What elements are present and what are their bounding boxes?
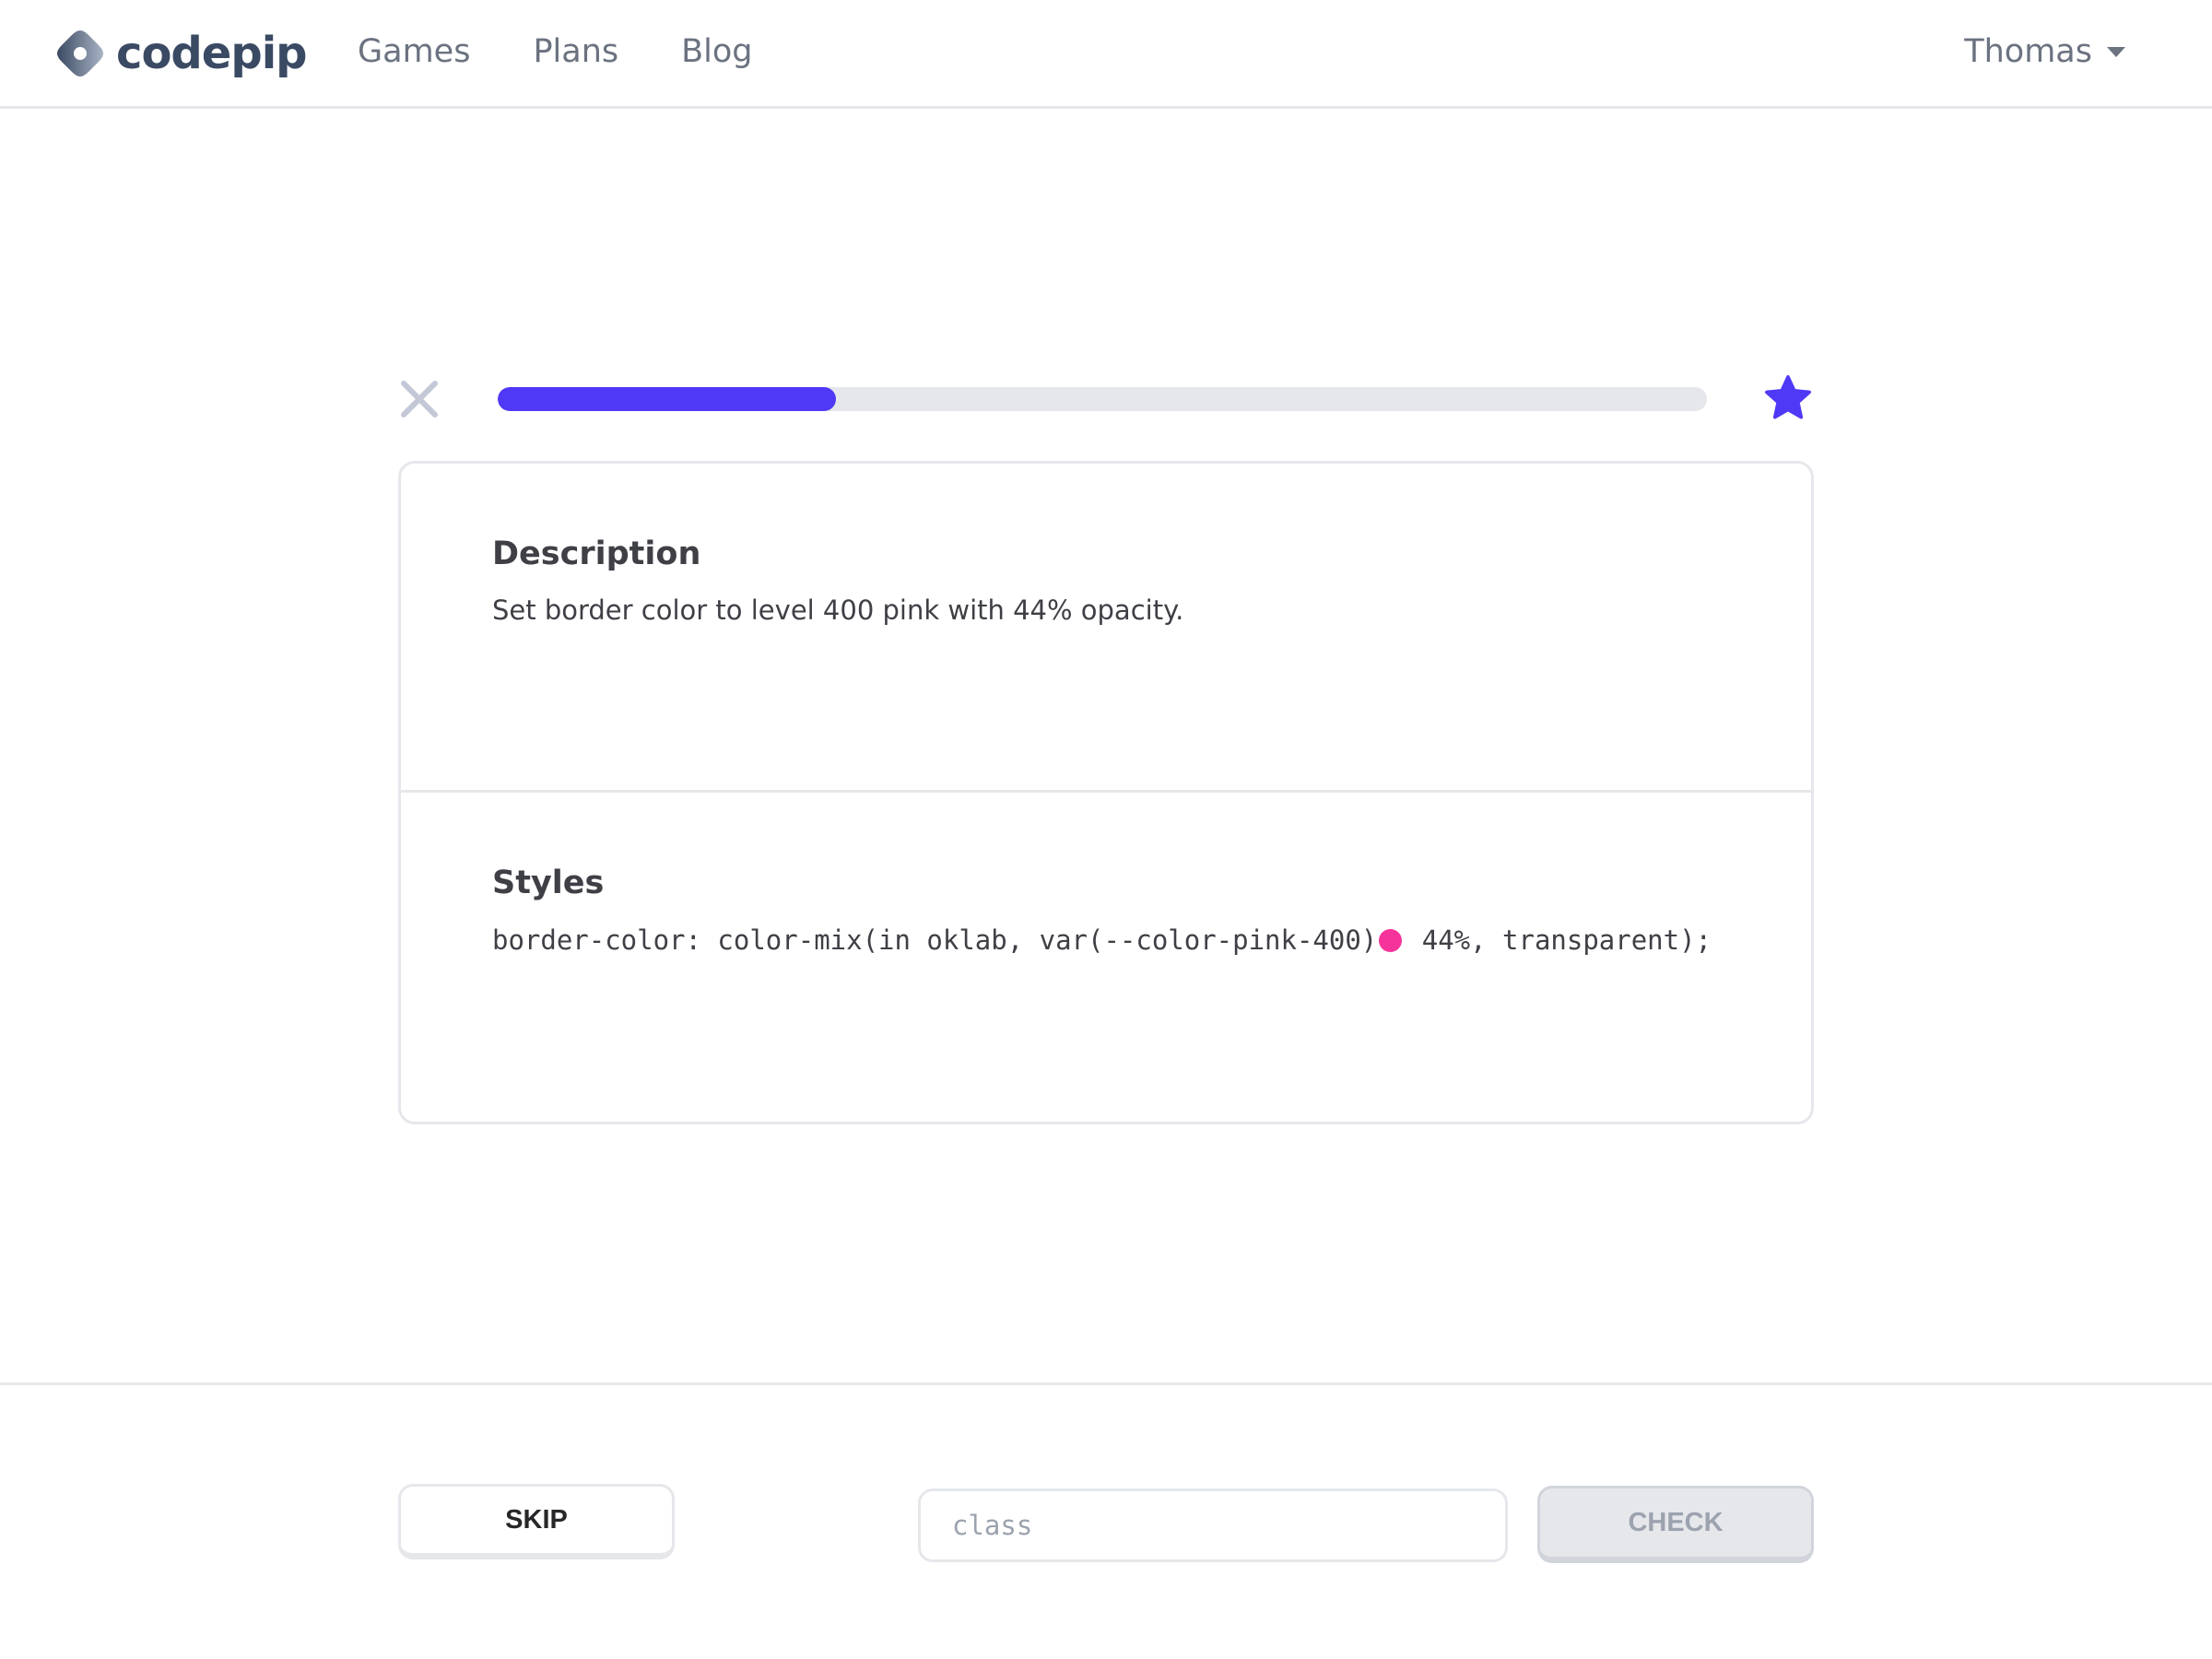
logo-link[interactable]: codepip bbox=[55, 28, 308, 79]
brand-name: codepip bbox=[116, 28, 308, 79]
nav-item-games[interactable]: Games bbox=[358, 33, 470, 70]
nav-item-blog[interactable]: Blog bbox=[681, 33, 752, 70]
styles-heading: Styles bbox=[492, 865, 605, 901]
top-nav-bar: codepip Games Plans Blog Thomas bbox=[0, 0, 2212, 109]
nav-item-plans[interactable]: Plans bbox=[533, 33, 618, 70]
close-icon[interactable] bbox=[398, 378, 441, 420]
check-button[interactable]: CHECK bbox=[1537, 1486, 1814, 1563]
challenge-card: Description Set border color to level 40… bbox=[398, 461, 1814, 1124]
main-nav: Games Plans Blog bbox=[358, 33, 816, 70]
user-menu[interactable]: Thomas bbox=[1964, 33, 2125, 70]
skip-button[interactable]: SKIP bbox=[398, 1484, 675, 1559]
star-icon[interactable] bbox=[1762, 374, 1814, 424]
description-heading: Description bbox=[492, 535, 701, 572]
codepip-logo-icon bbox=[57, 30, 103, 76]
description-text: Set border color to level 400 pink with … bbox=[492, 594, 1184, 626]
code-text-before: border-color: color-mix(in oklab, var(--… bbox=[492, 924, 1378, 956]
code-text-after: 44%, transparent); bbox=[1406, 924, 1712, 956]
color-swatch bbox=[1379, 928, 1403, 952]
user-name: Thomas bbox=[1964, 33, 2092, 70]
footer-divider bbox=[0, 1382, 2212, 1385]
class-input[interactable] bbox=[918, 1488, 1508, 1562]
progress-bar-fill bbox=[498, 387, 837, 411]
progress-bar bbox=[498, 387, 1707, 411]
description-section: Description Set border color to level 40… bbox=[401, 464, 1811, 793]
chevron-down-icon bbox=[2107, 46, 2125, 57]
styles-section: Styles border-color: color-mix(in oklab,… bbox=[401, 793, 1811, 1122]
styles-code: border-color: color-mix(in oklab, var(--… bbox=[492, 924, 1712, 956]
